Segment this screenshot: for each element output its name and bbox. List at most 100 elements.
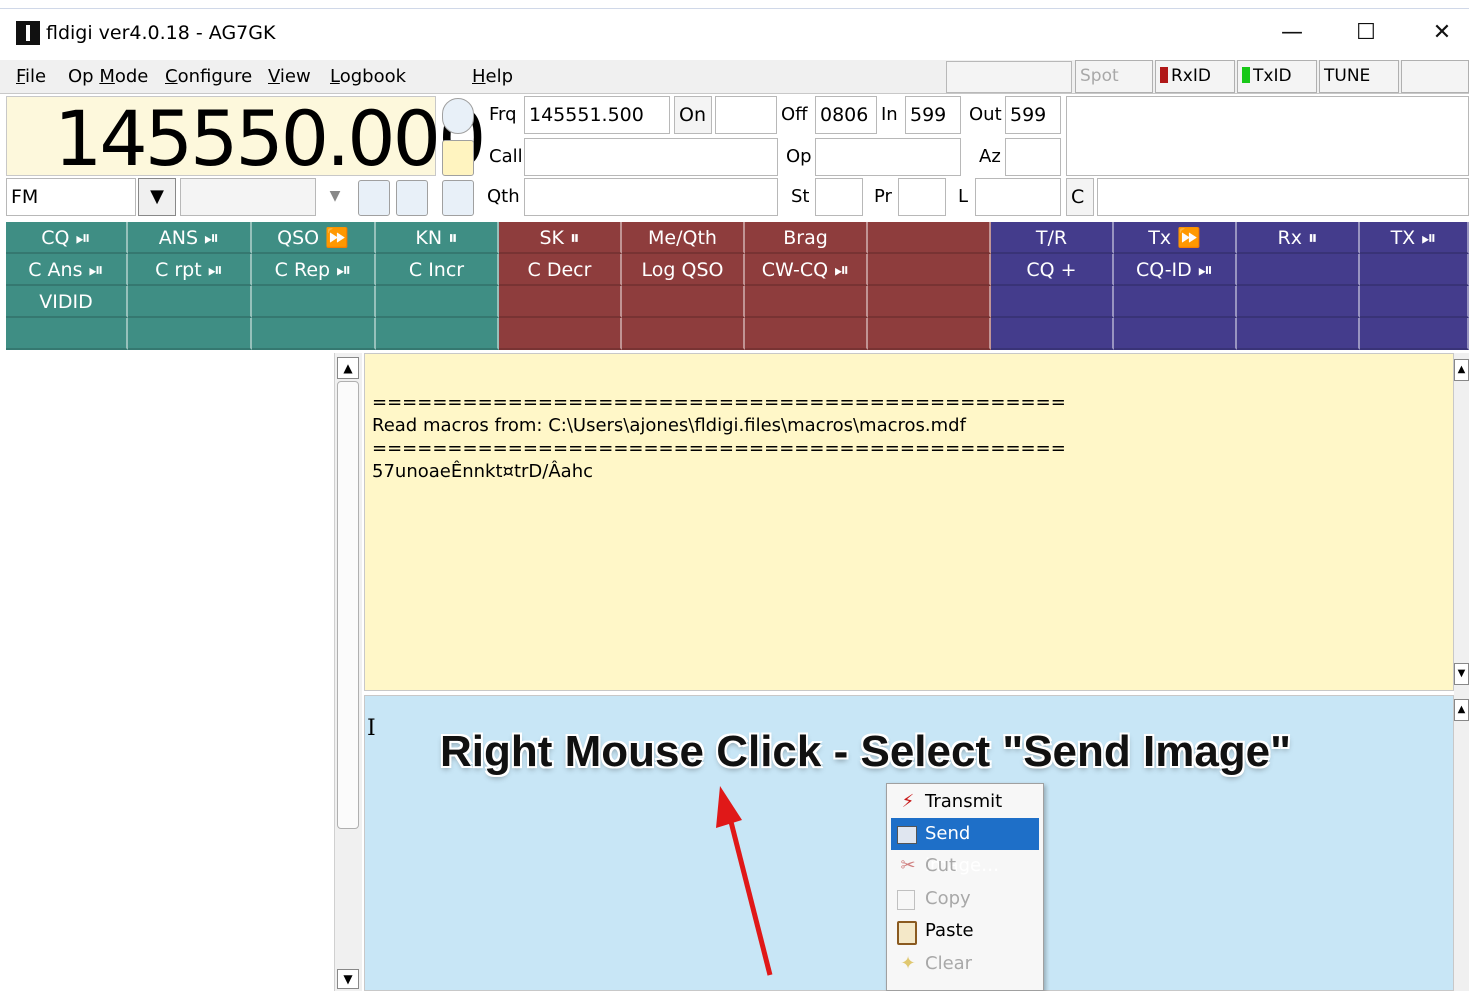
globe-icon[interactable] <box>442 98 474 134</box>
macro-button[interactable] <box>252 286 376 318</box>
save-log-icon[interactable] <box>442 180 474 216</box>
spot-toggle[interactable]: Spot <box>1075 60 1153 93</box>
macro-button[interactable] <box>745 318 868 350</box>
macro-button[interactable]: TX ⏯ <box>1360 222 1469 254</box>
rxid-toggle[interactable]: RxID <box>1155 60 1235 93</box>
locator-field[interactable] <box>975 178 1061 216</box>
az-field[interactable] <box>1005 138 1061 176</box>
tune-toggle[interactable]: TUNE <box>1319 60 1399 93</box>
macro-button[interactable] <box>868 318 991 350</box>
in-field[interactable]: 599 <box>905 96 961 134</box>
clear-broom-icon[interactable] <box>442 140 474 176</box>
macro-button[interactable]: C Decr <box>499 254 622 286</box>
macro-button[interactable]: C rpt ⏯ <box>128 254 252 286</box>
macro-button[interactable] <box>499 286 622 318</box>
macro-button[interactable] <box>1114 318 1237 350</box>
menu-help[interactable]: Help <box>472 64 513 90</box>
macro-button[interactable] <box>868 286 991 318</box>
macro-button[interactable]: CQ + <box>991 254 1114 286</box>
macro-button[interactable] <box>1237 318 1360 350</box>
op-field[interactable] <box>815 138 961 176</box>
macro-button[interactable]: CQ ⏯ <box>6 222 128 254</box>
notes-icon[interactable] <box>396 180 428 216</box>
macro-button[interactable]: SK ⏸ <box>499 222 622 254</box>
notes-field[interactable] <box>1066 96 1469 176</box>
macro-button[interactable] <box>1237 286 1360 318</box>
macro-button[interactable] <box>1360 318 1469 350</box>
on-field[interactable] <box>715 96 777 134</box>
macro-button[interactable]: T/R <box>991 222 1114 254</box>
macro-button[interactable]: VIDID <box>6 286 128 318</box>
macro-button[interactable]: C Ans ⏯ <box>6 254 128 286</box>
refresh-icon[interactable] <box>358 180 390 216</box>
right-scrollbar[interactable]: ▲ ▼ ▲ <box>1454 353 1469 991</box>
menu-item-clear[interactable]: ✦ Clear <box>891 948 1039 980</box>
out-field[interactable]: 599 <box>1005 96 1061 134</box>
macro-button[interactable] <box>6 318 128 350</box>
rx-scroll-up-icon[interactable]: ▲ <box>1454 359 1469 381</box>
menu-item-transmit[interactable]: ⚡ Transmit <box>891 786 1039 818</box>
mode-select[interactable]: FM <box>6 178 136 216</box>
menu-item-send-image[interactable]: Send image… <box>891 818 1039 876</box>
macro-button[interactable] <box>1237 254 1360 286</box>
bandwidth-dropdown-icon[interactable]: ▼ <box>318 178 352 216</box>
macro-button[interactable] <box>499 318 622 350</box>
tx-scroll-up-icon[interactable]: ▲ <box>1454 699 1469 721</box>
minimize-button[interactable]: — <box>1262 14 1322 52</box>
c-button[interactable]: C <box>1066 178 1094 216</box>
rx-scroll-down-icon[interactable]: ▼ <box>1454 663 1469 685</box>
pr-field[interactable] <box>898 178 946 216</box>
menu-logbook[interactable]: Logbook <box>330 64 406 90</box>
macro-button[interactable]: C Rep ⏯ <box>252 254 376 286</box>
st-field[interactable] <box>815 178 863 216</box>
macro-button[interactable]: KN ⏸ <box>376 222 499 254</box>
macro-button[interactable] <box>622 286 745 318</box>
macro-button[interactable] <box>252 318 376 350</box>
macro-button[interactable]: Tx ⏩ <box>1114 222 1237 254</box>
macro-button[interactable] <box>991 318 1114 350</box>
scrollbar-thumb[interactable] <box>337 381 359 829</box>
macro-button[interactable] <box>1114 286 1237 318</box>
menu-item-cut[interactable]: ✂ Cut <box>891 850 1039 882</box>
macro-button[interactable] <box>376 318 499 350</box>
macro-button[interactable] <box>128 286 252 318</box>
qth-field[interactable] <box>524 178 778 216</box>
macro-button[interactable]: Log QSO <box>622 254 745 286</box>
macro-button[interactable] <box>868 222 991 254</box>
menu-view[interactable]: View <box>268 64 311 90</box>
menu-configure[interactable]: Configure <box>165 64 252 90</box>
on-button[interactable]: On <box>674 96 712 134</box>
menu-item-paste[interactable]: Paste <box>891 915 1039 947</box>
macro-button[interactable]: Brag <box>745 222 868 254</box>
macro-button[interactable]: CQ-ID ⏯ <box>1114 254 1237 286</box>
macro-button[interactable] <box>868 254 991 286</box>
txid-toggle[interactable]: TxID <box>1237 60 1317 93</box>
maximize-button[interactable]: ☐ <box>1336 14 1396 52</box>
macro-button[interactable] <box>1360 254 1469 286</box>
menu-file[interactable]: File <box>16 64 46 90</box>
macro-button[interactable] <box>376 286 499 318</box>
off-field[interactable]: 0806 <box>815 96 877 134</box>
bandwidth-select[interactable] <box>180 178 316 216</box>
scroll-down-icon[interactable]: ▼ <box>337 969 359 989</box>
close-button[interactable]: ✕ <box>1412 14 1469 52</box>
macro-button[interactable] <box>1360 286 1469 318</box>
menu-item-copy[interactable]: Copy <box>891 883 1039 915</box>
macro-button[interactable] <box>622 318 745 350</box>
call-field[interactable] <box>524 138 778 176</box>
macro-button[interactable] <box>991 286 1114 318</box>
macro-button[interactable]: ANS ⏯ <box>128 222 252 254</box>
mode-dropdown-button[interactable]: ▼ <box>138 178 176 216</box>
macro-button[interactable]: QSO ⏩ <box>252 222 376 254</box>
menu-op-mode[interactable]: Op Mode <box>68 64 148 90</box>
macro-button[interactable]: CW-CQ ⏯ <box>745 254 868 286</box>
country-field[interactable] <box>1097 178 1469 216</box>
macro-button[interactable]: Me/Qth <box>622 222 745 254</box>
scroll-up-icon[interactable]: ▲ <box>337 357 359 379</box>
frq-field[interactable]: 145551.500 <box>524 96 670 134</box>
left-scrollbar[interactable]: ▲ ▼ <box>334 353 362 991</box>
macro-button[interactable] <box>128 318 252 350</box>
macro-button[interactable]: Rx ⏸ <box>1237 222 1360 254</box>
macro-button[interactable] <box>745 286 868 318</box>
macro-button[interactable]: C Incr <box>376 254 499 286</box>
